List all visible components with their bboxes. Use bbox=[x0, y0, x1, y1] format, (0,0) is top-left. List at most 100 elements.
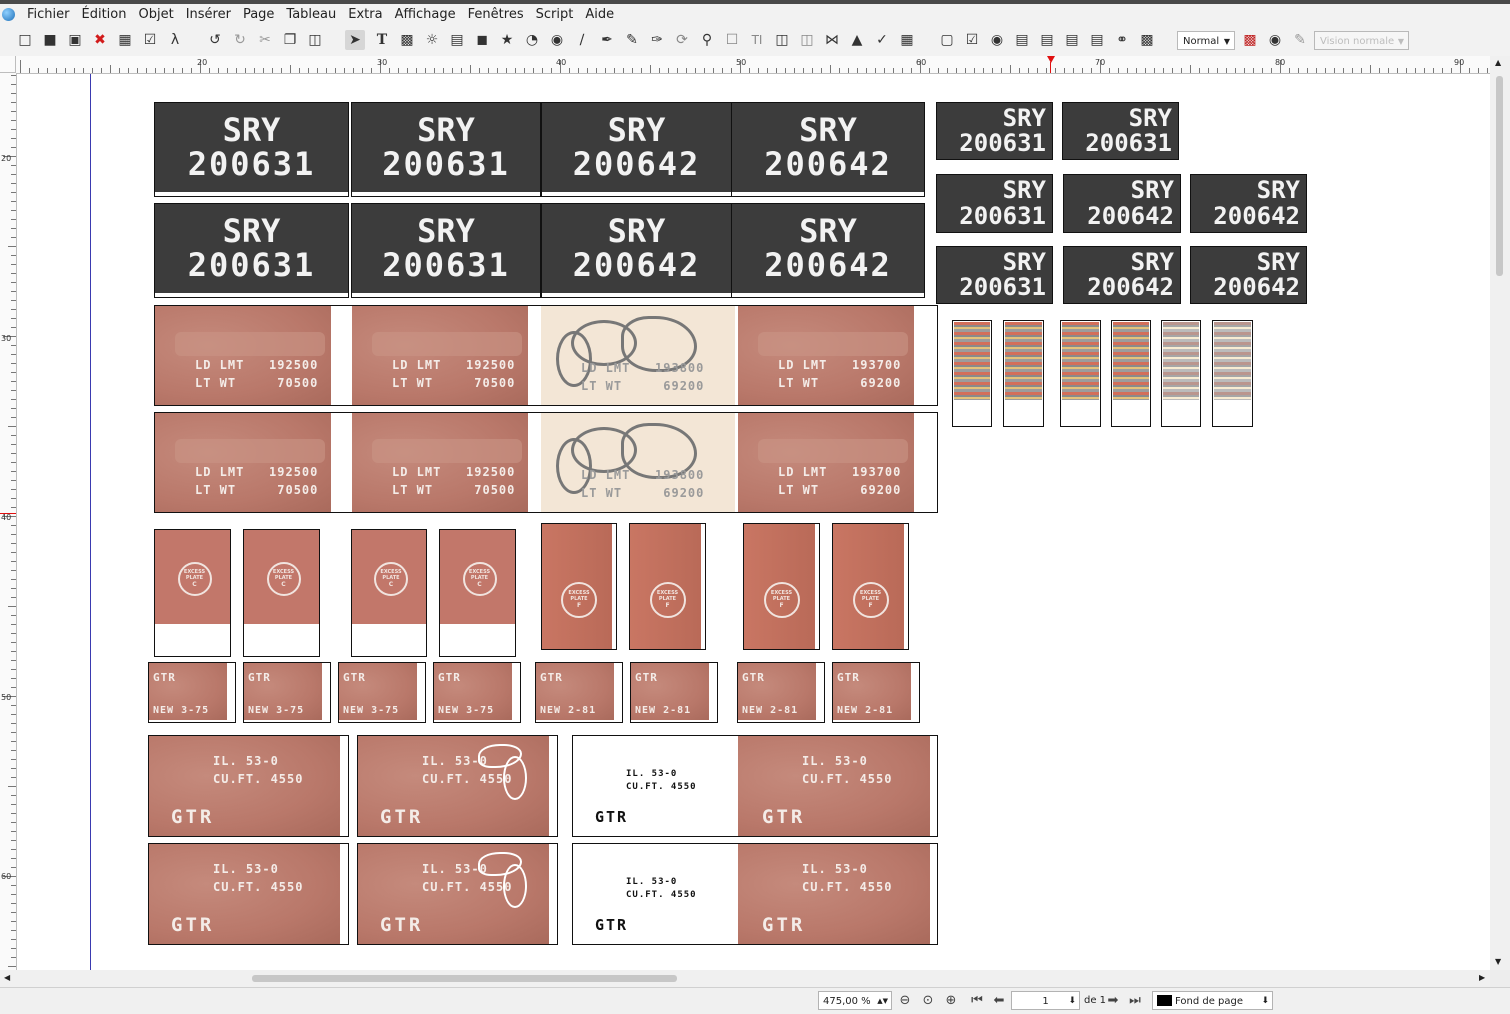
image-frame[interactable]: GTR NEW 3-75 bbox=[338, 662, 426, 723]
table-icon[interactable]: ▤ bbox=[447, 30, 467, 50]
pdf-tools-icon[interactable]: ▦ bbox=[897, 30, 917, 50]
image-frame[interactable]: IL. 53-0 CU.FT. 4550 GTR bbox=[357, 843, 558, 945]
image-frame[interactable]: GTR NEW 2-81 bbox=[630, 662, 718, 723]
zoom-100-icon[interactable]: ⊙ bbox=[918, 991, 938, 1011]
image-frame[interactable]: IL. 53-0 CU.FT. 4550 GTR bbox=[148, 843, 349, 945]
preview-eye-icon[interactable]: ◉ bbox=[1265, 30, 1285, 50]
scroll-left-icon[interactable]: ◀ bbox=[4, 973, 10, 982]
image-frame[interactable]: SRY 200642 bbox=[1063, 174, 1181, 233]
image-frame[interactable]: SRY 200631 bbox=[936, 174, 1053, 233]
ruler-corner[interactable] bbox=[0, 56, 16, 73]
image-frame[interactable]: GTR NEW 3-75 bbox=[433, 662, 521, 723]
edit-text-icon[interactable]: TI bbox=[747, 30, 767, 50]
image-frame[interactable] bbox=[1212, 320, 1253, 427]
horizontal-scrollbar[interactable]: ◀ ▶ bbox=[0, 970, 1490, 987]
menu-fenetres[interactable]: Fenêtres bbox=[462, 4, 530, 25]
menu-fichier[interactable]: Fichier bbox=[21, 4, 76, 25]
image-frame[interactable]: EXCESS PLATE C bbox=[154, 529, 231, 657]
pdf-button-icon[interactable]: ▢ bbox=[937, 30, 957, 50]
image-frame[interactable]: SRY 200642 bbox=[1190, 174, 1307, 233]
spin-arrows-icon[interactable]: ▲▼ bbox=[877, 992, 888, 1011]
pdf-checkbox-icon[interactable]: ☑ bbox=[962, 30, 982, 50]
link-frames-icon[interactable]: ◫ bbox=[772, 30, 792, 50]
menu-objet[interactable]: Objet bbox=[132, 4, 179, 25]
image-frame[interactable]: SRY 200631 bbox=[351, 102, 541, 197]
paste-icon[interactable]: ◫ bbox=[305, 30, 325, 50]
render-frame-icon[interactable]: ☼ bbox=[422, 30, 442, 50]
image-preview-quality-select[interactable]: Normal ▼ bbox=[1177, 31, 1235, 50]
image-frame[interactable]: EXCESS PLATE F bbox=[743, 523, 820, 650]
layer-dropdown-icon[interactable]: ⬇ bbox=[1261, 992, 1269, 1011]
preflight-check-icon[interactable]: ☑ bbox=[140, 30, 160, 50]
image-frame[interactable]: SRY 200642 bbox=[1190, 246, 1307, 304]
document-page[interactable]: SRY 200631 SRY 200631 SRY 200642 SRY 200642 SRY 2… bbox=[17, 74, 1490, 970]
eyedropper-icon[interactable]: ✓ bbox=[872, 30, 892, 50]
image-frame[interactable] bbox=[952, 320, 992, 427]
select-arrow-icon[interactable]: ➤ bbox=[345, 30, 365, 50]
image-frame[interactable]: IL. 53-0 CU.FT. 4550 GTR bbox=[357, 735, 558, 837]
document-canvas[interactable]: SRY 200631 SRY 200631 SRY 200642 SRY 200642 SRY 2… bbox=[17, 74, 1490, 970]
image-frame[interactable]: SRY 200631 bbox=[154, 102, 349, 197]
unlink-frames-icon[interactable]: ◫ bbox=[797, 30, 817, 50]
last-page-icon[interactable]: ⏭ bbox=[1125, 991, 1145, 1011]
scroll-right-icon[interactable]: ▶ bbox=[1479, 973, 1485, 982]
image-frame[interactable]: GTR NEW 3-75 bbox=[243, 662, 331, 723]
vertical-scrollbar[interactable]: ▲ ▼ bbox=[1490, 56, 1510, 970]
color-management-icon[interactable]: ▩ bbox=[1240, 30, 1260, 50]
image-frame[interactable]: SRY 200642 bbox=[541, 102, 732, 197]
polygon-star-icon[interactable]: ★ bbox=[497, 30, 517, 50]
vertical-ruler[interactable]: 20 30 40 50 60 bbox=[0, 73, 17, 970]
copy-icon[interactable]: ❐ bbox=[280, 30, 300, 50]
arc-icon[interactable]: ◔ bbox=[522, 30, 542, 50]
close-document-icon[interactable]: ✖ bbox=[90, 30, 110, 50]
image-frame[interactable]: SRY 200642 bbox=[541, 203, 732, 298]
horizontal-scroll-thumb[interactable] bbox=[252, 975, 677, 982]
scroll-down-icon[interactable]: ▼ bbox=[1495, 957, 1501, 966]
image-frame[interactable]: EXCESS PLATE C bbox=[351, 529, 427, 657]
image-frame[interactable]: EXCESS PLATE C bbox=[243, 529, 320, 657]
menu-affichage[interactable]: Affichage bbox=[389, 4, 462, 25]
copy-properties-icon[interactable]: ▲ bbox=[847, 30, 867, 50]
menu-script[interactable]: Script bbox=[530, 4, 580, 25]
open-folder-icon[interactable]: ■ bbox=[40, 30, 60, 50]
zoom-icon[interactable]: ⚲ bbox=[697, 30, 717, 50]
image-frame[interactable] bbox=[1161, 320, 1201, 427]
next-page-icon[interactable]: ➡ bbox=[1103, 991, 1123, 1011]
image-frame[interactable]: IL. 53-0 CU.FT. 4550 GTR IL. 53-0 CU.FT. 455… bbox=[572, 843, 938, 945]
scroll-up-icon[interactable]: ▲ bbox=[1495, 58, 1501, 67]
image-frame[interactable]: SRY 200631 bbox=[936, 102, 1053, 160]
pdf-radio-icon[interactable]: ◉ bbox=[987, 30, 1007, 50]
text-frame-icon[interactable]: T bbox=[372, 30, 392, 50]
calligraphic-icon[interactable]: ✑ bbox=[647, 30, 667, 50]
menu-inserer[interactable]: Insérer bbox=[180, 4, 237, 25]
visual-mode-select[interactable]: Vision normale ▼ bbox=[1314, 31, 1409, 50]
image-frame[interactable] bbox=[1111, 320, 1151, 427]
spiral-icon[interactable]: ◉ bbox=[547, 30, 567, 50]
image-frame[interactable]: GTR NEW 2-81 bbox=[832, 662, 920, 723]
image-frame[interactable]: SRY 200631 bbox=[154, 203, 349, 298]
image-frame[interactable]: SRY 200631 bbox=[936, 246, 1053, 304]
image-frame[interactable]: EXCESS PLATE F bbox=[629, 523, 706, 650]
image-frame[interactable]: IL. 53-0 CU.FT. 4550 GTR IL. 53-0 CU.FT. 455… bbox=[572, 735, 938, 837]
horizontal-ruler[interactable]: 20 30 40 50 60 70 80 90 bbox=[16, 56, 1490, 74]
menu-extra[interactable]: Extra bbox=[342, 4, 388, 25]
image-frame[interactable]: EXCESS PLATE F bbox=[541, 523, 617, 650]
pdf-link-icon[interactable]: ⚭ bbox=[1112, 30, 1132, 50]
line-icon[interactable]: ∕ bbox=[572, 30, 592, 50]
edit-content-icon[interactable]: ☐ bbox=[722, 30, 742, 50]
image-frame[interactable]: EXCESS PLATE F bbox=[832, 523, 909, 650]
undo-icon[interactable]: ↺ bbox=[205, 30, 225, 50]
image-frame[interactable]: SRY 200631 bbox=[351, 203, 541, 298]
pdf-3d-icon[interactable]: ▩ bbox=[1137, 30, 1157, 50]
edit-mode-icon[interactable]: ✎ bbox=[1290, 30, 1310, 50]
freehand-icon[interactable]: ✎ bbox=[622, 30, 642, 50]
zoom-field[interactable]: 475,00 % ▲▼ bbox=[818, 991, 892, 1010]
image-frame[interactable]: EXCESS PLATE C bbox=[439, 529, 516, 657]
measure-icon[interactable]: ⋈ bbox=[822, 30, 842, 50]
page-number-field[interactable]: 1 ⬇ bbox=[1011, 991, 1080, 1010]
pdf-combobox-icon[interactable]: ▤ bbox=[1037, 30, 1057, 50]
pdf-listbox-icon[interactable]: ▤ bbox=[1062, 30, 1082, 50]
zoom-out-icon[interactable]: ⊖ bbox=[895, 991, 915, 1011]
image-frame[interactable] bbox=[1003, 320, 1044, 427]
menu-aide[interactable]: Aide bbox=[579, 4, 620, 25]
